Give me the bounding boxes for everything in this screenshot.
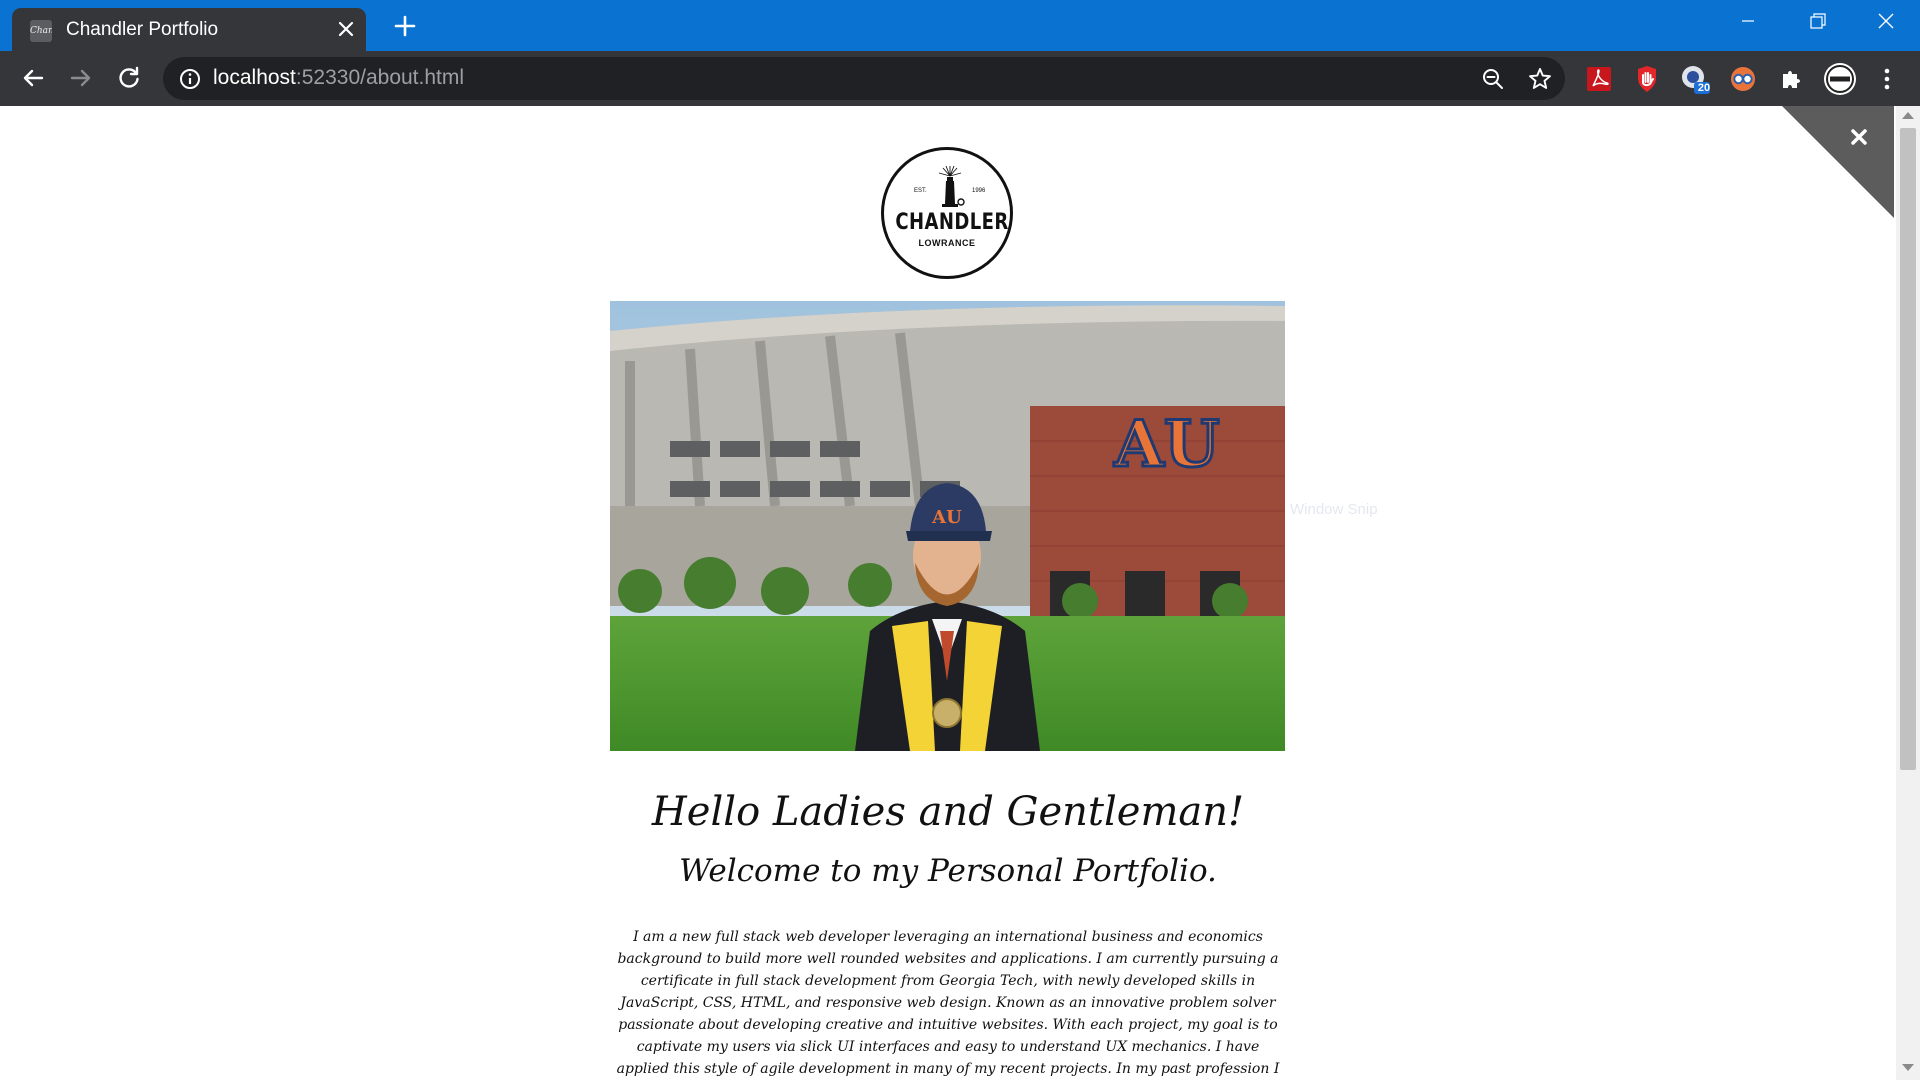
overlay-close-icon[interactable]	[1848, 126, 1870, 148]
bio-paragraph: I am a new full stack web developer leve…	[616, 929, 1280, 1077]
svg-text:AU: AU	[931, 507, 962, 528]
title-bar: Chan Chandler Portfolio	[0, 0, 1920, 51]
reload-icon[interactable]	[114, 63, 144, 93]
zoom-out-icon[interactable]	[1480, 66, 1506, 92]
page-content: EST. 1996 CHANDLER LOWRANCE AU AU Window…	[0, 106, 1896, 1080]
info-icon[interactable]	[178, 67, 202, 91]
page-subheading: Welcome to my Personal Portfolio.	[679, 853, 1217, 889]
glasses-icon[interactable]	[1728, 64, 1758, 94]
puzzle-icon[interactable]	[1777, 64, 1807, 94]
extension-badge-count: 20	[1697, 82, 1711, 94]
plus-icon[interactable]	[390, 11, 420, 41]
lighthouse-icon	[938, 165, 965, 207]
scroll-down-arrow-icon[interactable]	[1902, 1064, 1914, 1071]
page-heading: Hello Ladies and Gentleman!	[651, 789, 1245, 835]
logo[interactable]: EST. 1996 CHANDLER LOWRANCE	[881, 147, 1013, 279]
forward-arrow-icon[interactable]	[66, 63, 96, 93]
close-icon[interactable]	[334, 17, 358, 41]
svg-text:AU: AU	[1113, 407, 1219, 482]
window-snip-hint: Window Snip	[1290, 501, 1378, 518]
window-close-icon[interactable]	[1864, 8, 1908, 36]
scroll-thumb[interactable]	[1900, 128, 1916, 770]
adblock-icon[interactable]	[1632, 64, 1662, 94]
logo-est: EST.	[914, 188, 927, 194]
logo-subtitle: LOWRANCE	[918, 238, 976, 248]
logo-name: CHANDLER	[895, 210, 1009, 235]
hero-photo: AU AU	[610, 301, 1285, 751]
favicon: Chan	[30, 20, 52, 42]
avatar-icon[interactable]	[1823, 62, 1857, 96]
url-host: localhost	[213, 66, 296, 89]
logo-year: 1996	[972, 188, 986, 194]
tab-title: Chandler Portfolio	[66, 19, 219, 40]
scroll-up-arrow-icon[interactable]	[1902, 112, 1914, 119]
minimize-icon[interactable]	[1726, 8, 1770, 36]
pdf-icon[interactable]	[1584, 64, 1614, 94]
back-arrow-icon[interactable]	[18, 63, 48, 93]
scrollbar[interactable]	[1896, 106, 1920, 1080]
star-icon[interactable]	[1527, 66, 1553, 92]
url-path: :52330/about.html	[295, 66, 465, 89]
restore-icon[interactable]	[1795, 8, 1839, 36]
more-icon[interactable]	[1872, 64, 1902, 94]
address-bar[interactable]: localhost:52330/about.html	[163, 57, 1565, 100]
browser-tab[interactable]: Chan Chandler Portfolio	[12, 8, 366, 51]
url-text[interactable]: localhost:52330/about.html	[213, 66, 464, 90]
browser-toolbar: localhost:52330/about.html 20	[0, 51, 1920, 106]
close-overlay-corner[interactable]	[1782, 106, 1894, 218]
